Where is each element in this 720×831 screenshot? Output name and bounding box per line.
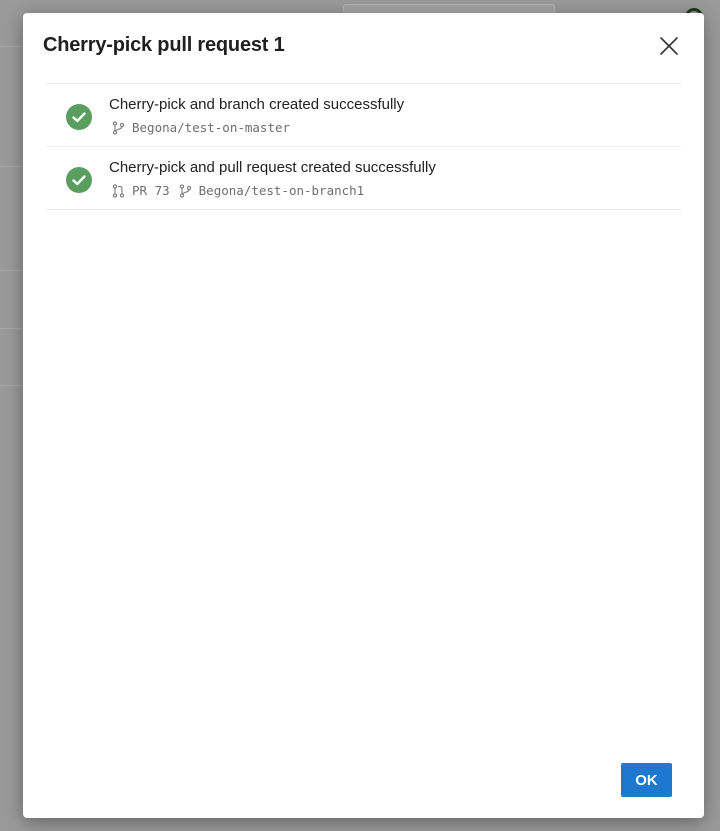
check-circle-icon: [66, 167, 92, 193]
pull-request-link[interactable]: PR 73: [132, 183, 170, 198]
pull-request-icon: [112, 183, 125, 198]
dialog-title: Cherry-pick pull request 1: [43, 34, 285, 56]
background-divider: [0, 166, 24, 167]
cherry-pick-dialog: Cherry-pick pull request 1 Cherry-pick a…: [23, 13, 704, 818]
result-meta: PR 73 Begona/test-on-branch1: [112, 183, 364, 198]
branch-icon: [112, 120, 125, 135]
background-divider: [0, 328, 24, 329]
result-meta: Begona/test-on-master: [112, 120, 290, 135]
result-item-pull-request: Cherry-pick and pull request created suc…: [46, 147, 681, 210]
result-list: Cherry-pick and branch created successfu…: [46, 83, 681, 210]
result-title: Cherry-pick and pull request created suc…: [109, 159, 436, 176]
branch-icon: [179, 183, 191, 198]
result-title: Cherry-pick and branch created successfu…: [109, 96, 405, 113]
close-button[interactable]: [658, 35, 680, 57]
close-icon: [660, 37, 678, 55]
background-divider: [0, 385, 24, 386]
check-circle-icon: [66, 104, 92, 130]
branch-link[interactable]: Begona/test-on-master: [132, 120, 290, 135]
branch-link[interactable]: Begona/test-on-branch1: [199, 183, 365, 198]
ok-button[interactable]: OK: [621, 763, 672, 797]
background-divider: [0, 46, 24, 47]
result-item-branch: Cherry-pick and branch created successfu…: [46, 84, 681, 147]
background-divider: [0, 270, 24, 271]
